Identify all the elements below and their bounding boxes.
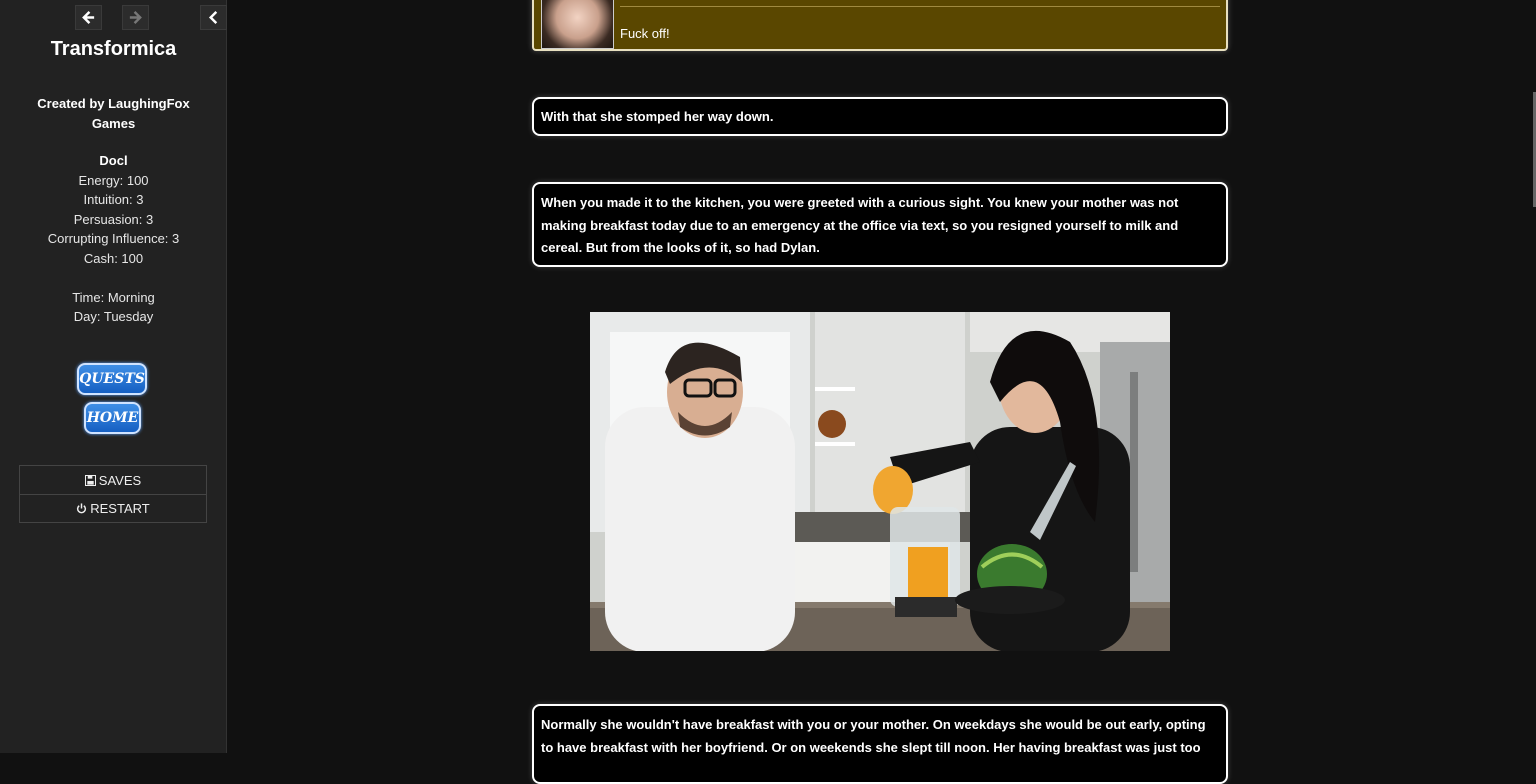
- kitchen-scene-illustration: [590, 312, 1170, 651]
- history-back-button[interactable]: [75, 5, 102, 30]
- dialogue-text: Fuck off!: [620, 26, 670, 41]
- story-author: Created by LaughingFox Games: [37, 96, 190, 131]
- stat-cash: Cash: 100: [83, 250, 144, 266]
- saves-button[interactable]: SAVES: [20, 466, 206, 494]
- stats-spacer: [0, 268, 227, 288]
- stat-time: Time: Morning: [72, 289, 155, 305]
- passage-paragraph: With that she stomped her way down.: [532, 97, 1228, 136]
- sidebar-toggle-button[interactable]: [200, 5, 227, 30]
- passage-paragraph: When you made it to the kitchen, you wer…: [532, 182, 1228, 267]
- quests-button[interactable]: QUESTS: [77, 363, 147, 395]
- sidebar-menu: SAVES RESTART: [19, 465, 207, 523]
- home-button[interactable]: HOME: [84, 402, 141, 434]
- stat-persuasion: Persuasion: 3: [73, 211, 154, 227]
- power-icon: [77, 503, 87, 514]
- stat-day: Day: Tuesday: [73, 309, 154, 324]
- speaker-avatar: [541, 0, 614, 49]
- story-title: Transformica: [50, 38, 177, 60]
- restart-label: RESTART: [90, 501, 150, 516]
- restart-button[interactable]: RESTART: [20, 494, 206, 522]
- dialogue-divider: [620, 6, 1220, 7]
- arrow-left-icon: [82, 11, 95, 24]
- stats-panel: Docl Energy: 100 Intuition: 3 Persuasion…: [0, 151, 227, 327]
- dialogue-box: Fuck off!: [532, 0, 1228, 51]
- stat-corrupting-influence: Corrupting Influence: 3: [47, 231, 180, 246]
- stat-intuition: Intuition: 3: [83, 192, 144, 207]
- history-forward-button[interactable]: [122, 5, 149, 30]
- chevron-left-icon: [208, 11, 218, 24]
- stat-energy: Energy: 100: [78, 172, 149, 188]
- character-name: Docl: [99, 153, 128, 168]
- scene-image: [590, 312, 1170, 651]
- passage-paragraph: Normally she wouldn't have breakfast wit…: [532, 704, 1228, 784]
- saves-label: SAVES: [98, 472, 142, 488]
- sidebar: Transformica Created by LaughingFox Game…: [0, 0, 227, 753]
- arrow-right-icon: [129, 11, 142, 24]
- floppy-disk-icon: [84, 474, 96, 486]
